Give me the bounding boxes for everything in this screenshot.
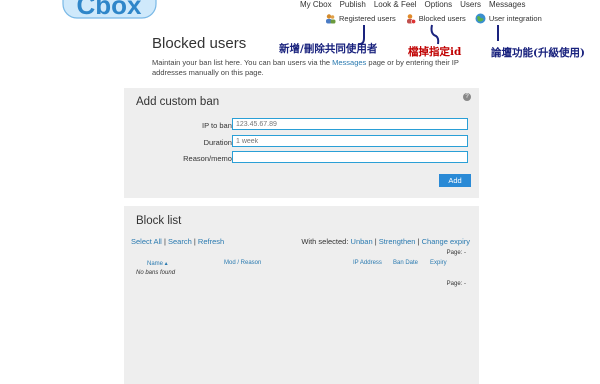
nav-publish[interactable]: Publish xyxy=(340,0,366,9)
nav-my-cbox[interactable]: My Cbox xyxy=(300,0,332,9)
globe-icon xyxy=(475,13,486,24)
separator: | xyxy=(374,237,377,246)
empty-message: No bans found xyxy=(136,270,176,276)
subnav-user-integration[interactable]: User integration xyxy=(475,13,542,24)
duration-label: Duration: xyxy=(203,138,234,147)
logo-text: Cbox xyxy=(77,0,143,20)
col-ban-date[interactable]: Ban Date xyxy=(393,260,418,266)
subnav-label: Registered users xyxy=(339,14,396,23)
messages-link[interactable]: Messages xyxy=(332,58,366,67)
reason-row: Reason/memo: xyxy=(124,151,479,165)
nav-look-feel[interactable]: Look & Feel xyxy=(374,0,417,9)
annotation-integration: 論壇功能(升級使用) xyxy=(491,47,585,59)
pagination-top: Page: - xyxy=(446,250,466,256)
separator: | xyxy=(417,237,420,246)
nav-options[interactable]: Options xyxy=(425,0,453,9)
page-description: Maintain your ban list here. You can ban… xyxy=(152,58,482,78)
separator: | xyxy=(163,237,166,246)
nav-messages[interactable]: Messages xyxy=(489,0,525,9)
subnav-registered-users[interactable]: Registered users xyxy=(325,13,396,24)
annotation-blocked: 檔掉指定id xyxy=(408,46,462,58)
panel-title: Add custom ban xyxy=(136,96,220,108)
top-nav: My Cbox Publish Look & Feel Options User… xyxy=(300,0,533,9)
annotation-registered: 新增/刪除共同使用者 xyxy=(279,43,378,55)
duration-row: Duration: xyxy=(124,135,479,149)
add-button[interactable]: Add xyxy=(439,174,471,187)
change-expiry-link[interactable]: Change expiry xyxy=(422,237,470,246)
block-list-panel: Block list Select All | Search | Refresh… xyxy=(124,206,479,384)
ip-input[interactable] xyxy=(232,118,468,130)
reason-input[interactable] xyxy=(232,151,468,163)
users-subnav: Registered users Blocked users User inte… xyxy=(325,13,551,24)
col-expiry[interactable]: Expiry xyxy=(430,260,447,266)
col-mod-reason[interactable]: Mod / Reason xyxy=(224,260,261,266)
unban-link[interactable]: Unban xyxy=(351,237,373,246)
blocked-users-icon xyxy=(406,14,416,24)
separator: | xyxy=(193,237,196,246)
pagination-bottom: Page: - xyxy=(446,281,466,287)
ip-label: IP to ban: xyxy=(202,121,234,130)
add-custom-ban-panel: Add custom ban ? IP to ban: Duration: Re… xyxy=(124,88,479,198)
strengthen-link[interactable]: Strengthen xyxy=(379,237,416,246)
nav-users[interactable]: Users xyxy=(460,0,481,9)
bulk-actions: With selected: Unban | Strengthen | Chan… xyxy=(301,237,470,246)
ip-row: IP to ban: xyxy=(124,118,479,132)
desc-text: Maintain your ban list here. You can ban… xyxy=(152,58,333,67)
with-selected-label: With selected: xyxy=(301,237,349,246)
users-icon xyxy=(326,14,336,24)
refresh-link[interactable]: Refresh xyxy=(198,237,224,246)
page-title: Blocked users xyxy=(152,35,247,52)
annotation-line-integration xyxy=(497,25,499,41)
col-name[interactable]: Name ▴ xyxy=(147,260,168,267)
subnav-label: User integration xyxy=(488,14,542,23)
cbox-logo[interactable]: Cbox xyxy=(62,0,157,20)
panel-title: Block list xyxy=(136,215,182,227)
subnav-label: Blocked users xyxy=(418,14,466,23)
col-ip-address[interactable]: IP Address xyxy=(353,260,382,266)
select-all-link[interactable]: Select All xyxy=(131,237,162,246)
reason-label: Reason/memo: xyxy=(183,154,234,163)
subnav-blocked-users[interactable]: Blocked users xyxy=(405,13,466,24)
help-icon[interactable]: ? xyxy=(463,93,471,101)
duration-input[interactable] xyxy=(232,135,468,147)
list-actions: Select All | Search | Refresh xyxy=(131,237,224,246)
search-link[interactable]: Search xyxy=(168,237,192,246)
